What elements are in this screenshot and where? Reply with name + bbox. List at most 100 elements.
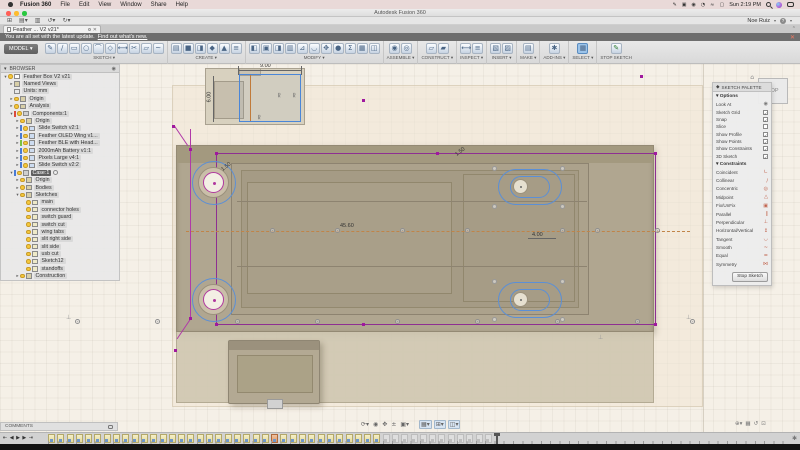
tab-close-icon[interactable]: ✕ <box>93 27 97 33</box>
palette-option-show-constraints[interactable]: Show Constraints✓ <box>713 145 771 152</box>
tool-icon[interactable]: ~ <box>153 43 164 54</box>
zoom-icon[interactable]: ± <box>390 421 397 428</box>
toolbar-group-label[interactable]: MODIFY ▾ <box>304 55 325 61</box>
tool-icon[interactable]: ○ <box>81 43 92 54</box>
visibility-bulb-icon[interactable] <box>26 200 31 205</box>
palette-option-slice[interactable]: Slice <box>713 123 771 130</box>
sketch-point-marker[interactable]: + <box>155 319 160 324</box>
orbit-icon[interactable]: ⟳▾ <box>360 421 370 428</box>
tree-item-construction[interactable]: ▸Construction <box>1 273 119 280</box>
help-icon[interactable]: ? <box>780 18 786 24</box>
sketch-vertex-handle[interactable] <box>362 99 365 102</box>
visibility-bulb-icon[interactable] <box>20 193 25 198</box>
tool-icon[interactable]: ◇ <box>105 43 116 54</box>
tree-item-slide-switch-v2-2[interactable]: ▸Slide Switch v2:2 <box>1 162 119 169</box>
sketch-vertex-handle[interactable] <box>362 323 365 326</box>
palette-option-look-at[interactable]: Look At◉ <box>713 100 771 108</box>
tree-item-origin[interactable]: ▸Origin <box>1 176 119 183</box>
sketch-point-marker[interactable]: + <box>315 319 320 324</box>
constraint-parallel[interactable]: Parallel∥ <box>713 210 771 218</box>
palette-option-3d-sketch[interactable]: 3D Sketch✓ <box>713 153 771 160</box>
visibility-bulb-icon[interactable] <box>20 185 25 190</box>
tool-icon[interactable]: ◨ <box>195 43 206 54</box>
sketch-point-marker[interactable]: + <box>270 228 275 233</box>
tool-icon[interactable]: ◧ <box>249 43 260 54</box>
clock-status-icon[interactable]: ◔ <box>701 2 705 8</box>
fullscreen-icon[interactable]: ⊡ <box>761 421 766 427</box>
dimension-body-length[interactable]: 45.60 <box>340 223 354 229</box>
tool-icon[interactable]: ▱ <box>426 43 437 54</box>
toolbar-group-label[interactable]: MAKE ▾ <box>520 55 536 61</box>
tool-icon[interactable]: ⟷ <box>460 43 471 54</box>
standoff-circle-selected[interactable] <box>192 278 236 322</box>
tool-icon[interactable]: ✎ <box>611 43 622 54</box>
tree-item-switch-guard[interactable]: switch guard <box>1 213 119 220</box>
toolbar-group-label[interactable]: STOP SKETCH <box>600 55 632 60</box>
tool-icon[interactable]: ■ <box>183 43 194 54</box>
tool-icon[interactable]: ▨ <box>502 43 513 54</box>
viewports-icon[interactable]: ◫▾ <box>448 420 461 429</box>
menu-item-file[interactable]: File <box>60 2 70 8</box>
timeline-settings-gear-icon[interactable]: ✱ <box>792 435 797 442</box>
sketch-vertex-handle[interactable] <box>174 349 177 352</box>
sketch-point-marker[interactable]: + <box>475 319 480 324</box>
spotlight-search-icon[interactable] <box>766 2 771 7</box>
sketch-point-marker[interactable]: + <box>595 228 600 233</box>
tool-icon[interactable]: ✎ <box>45 43 56 54</box>
visibility-bulb-icon[interactable] <box>26 230 31 235</box>
constraint-symmetry[interactable]: Symmetry⋈ <box>713 260 771 268</box>
toolbar-group-label[interactable]: ASSEMBLE ▾ <box>387 55 415 61</box>
dimension-part-width[interactable]: 9.00 <box>260 64 271 69</box>
tree-item-feather-box-v2-v21[interactable]: ▾Feather Box V2 v21 <box>1 73 119 80</box>
app-status-icon-2[interactable]: ◉ <box>692 2 696 8</box>
checkbox[interactable] <box>763 124 768 129</box>
sketch-point-marker[interactable]: + <box>560 228 565 233</box>
tree-item-bodies[interactable]: ▸Bodies <box>1 184 119 191</box>
control-center-icon[interactable] <box>787 2 794 7</box>
tree-item-feather-ble-with-head-[interactable]: ▸Feather BLE with Head... <box>1 140 119 147</box>
notification-close-icon[interactable]: ✕ <box>790 34 800 41</box>
visibility-bulb-icon[interactable] <box>23 156 28 161</box>
comments-bar[interactable]: COMMENTS <box>0 422 118 431</box>
browser-collapse-icon[interactable]: ▾ <box>4 66 7 72</box>
constraint-smooth[interactable]: Smooth~ <box>713 243 771 251</box>
pan-icon[interactable]: ✥ <box>381 421 388 428</box>
toolbar-group-label[interactable]: SKETCH ▾ <box>93 55 115 61</box>
tool-icon[interactable]: ✱ <box>549 43 560 54</box>
tool-icon[interactable]: ⌒ <box>93 43 104 54</box>
tool-icon[interactable]: ▱ <box>141 43 152 54</box>
look-at-icon[interactable]: ◉ <box>372 421 379 428</box>
checkbox[interactable]: ✓ <box>763 117 768 122</box>
layout-grid-icon[interactable]: ▦ <box>745 421 750 427</box>
viewcube-home-icon[interactable]: ⌂ <box>750 74 754 81</box>
notification-link[interactable]: Find out what's new. <box>98 34 148 40</box>
palette-option-show-profile[interactable]: Show Profile✓ <box>713 131 771 138</box>
palette-option-snap[interactable]: Snap✓ <box>713 116 771 123</box>
toolbar-group-label[interactable]: INSPECT ▾ <box>460 55 483 61</box>
visibility-bulb-icon[interactable] <box>26 237 31 242</box>
fit-icon[interactable]: ▣▾ <box>399 421 410 428</box>
tool-icon[interactable]: ◎ <box>401 43 412 54</box>
tool-icon[interactable]: ∕ <box>57 43 68 54</box>
slot-stadium-selected[interactable] <box>498 169 562 205</box>
visibility-bulb-icon[interactable] <box>20 178 25 183</box>
sketch-point-marker[interactable]: + <box>555 319 560 324</box>
constraint-perpendicular[interactable]: Perpendicular⊥ <box>713 218 771 226</box>
tool-icon[interactable]: ▥ <box>285 43 296 54</box>
tree-item-feather-oled-wing-v1-[interactable]: ▸Feather OLED Wing v1... <box>1 132 119 139</box>
visibility-bulb-icon[interactable] <box>14 97 19 102</box>
constraint-coincident[interactable]: Coincident∟ <box>713 168 771 176</box>
sketch-point-marker[interactable]: + <box>75 319 80 324</box>
tool-icon[interactable]: Σ <box>345 43 356 54</box>
tree-item-2000mah-battery-v1-1[interactable]: ▸2000mAh Battery v1:1 <box>1 147 119 154</box>
redo-icon[interactable]: ↻▾ <box>62 17 70 24</box>
document-tab[interactable]: Feather ... V2 v21* ✕ <box>3 25 101 33</box>
tool-icon[interactable]: ▦ <box>577 43 588 54</box>
timeline-go-end-button[interactable]: ⇥ <box>29 435 33 441</box>
apple-logo-icon[interactable] <box>8 2 13 7</box>
tool-icon[interactable]: ▭ <box>69 43 80 54</box>
tool-icon[interactable]: ◡ <box>309 43 320 54</box>
checkbox[interactable]: ✓ <box>763 154 768 159</box>
tree-item-switch-cut[interactable]: switch cut <box>1 221 119 228</box>
pen-tablet-icon[interactable]: ✎ <box>673 2 677 8</box>
